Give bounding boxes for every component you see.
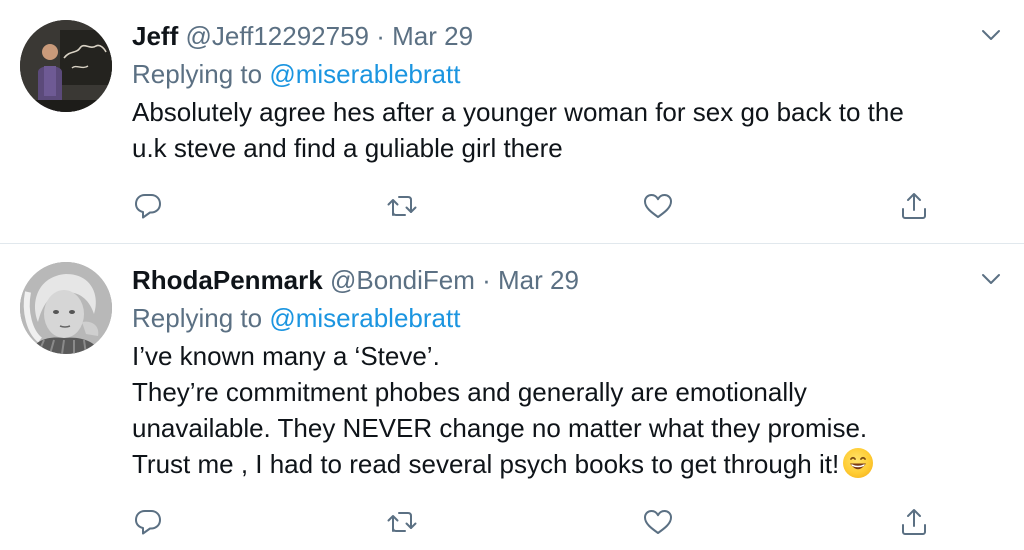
avatar[interactable]	[20, 262, 112, 354]
tweet-content: RhodaPenmark @BondiFem · Mar 29 Replying…	[132, 262, 954, 482]
chevron-down-icon[interactable]	[980, 268, 1002, 290]
share-icon	[899, 507, 929, 537]
tweet-text: I’ve known many a ‘Steve’. They’re commi…	[132, 338, 954, 482]
reply-icon	[133, 507, 163, 537]
tweet-text-line-with-emoji: Trust me , I had to read several psych b…	[132, 446, 954, 482]
reply-button[interactable]	[130, 188, 166, 224]
tweet-date[interactable]: Mar 29	[392, 21, 473, 51]
separator-dot: ·	[376, 21, 385, 51]
user-handle[interactable]: @BondiFem	[330, 265, 475, 295]
replying-prefix: Replying to	[132, 59, 270, 89]
reply-button[interactable]	[130, 504, 166, 540]
separator-dot: ·	[482, 265, 491, 295]
tweet-text-line: Trust me , I had to read several psych b…	[132, 449, 840, 479]
mention-link[interactable]: @miserablebratt	[269, 303, 460, 333]
tweet-text-line: I’ve known many a ‘Steve’.	[132, 341, 440, 371]
tweet-date[interactable]: Mar 29	[498, 265, 579, 295]
share-button[interactable]	[896, 504, 932, 540]
tweet-header: RhodaPenmark @BondiFem · Mar 29	[132, 262, 954, 298]
retweet-button[interactable]	[384, 188, 420, 224]
retweet-icon	[386, 191, 418, 221]
tweet-header: Jeff @Jeff12292759 · Mar 29	[132, 18, 954, 54]
tweet-text: Absolutely agree hes after a younger wom…	[132, 94, 954, 166]
display-name[interactable]: RhodaPenmark	[132, 265, 323, 295]
heart-icon	[642, 507, 674, 537]
tweet-text-line: unavailable. They NEVER change no matter…	[132, 413, 868, 443]
reply-icon	[133, 191, 163, 221]
chevron-down-icon[interactable]	[980, 24, 1002, 46]
share-icon	[899, 191, 929, 221]
display-name[interactable]: Jeff	[132, 21, 178, 51]
retweet-icon	[386, 507, 418, 537]
replying-prefix: Replying to	[132, 303, 270, 333]
tweet-text-line: u.k steve and find a guliable girl there	[132, 133, 563, 163]
tweet-text-line: Absolutely agree hes after a younger wom…	[132, 97, 904, 127]
retweet-button[interactable]	[384, 504, 420, 540]
replying-to: Replying to @miserablebratt	[132, 56, 954, 92]
heart-icon	[642, 191, 674, 221]
tweet-content: Jeff @Jeff12292759 · Mar 29 Replying to …	[132, 18, 954, 166]
tweet[interactable]: Jeff @Jeff12292759 · Mar 29 Replying to …	[0, 0, 1024, 244]
like-button[interactable]	[640, 188, 676, 224]
share-button[interactable]	[896, 188, 932, 224]
like-button[interactable]	[640, 504, 676, 540]
tweet[interactable]: RhodaPenmark @BondiFem · Mar 29 Replying…	[0, 244, 1024, 550]
tweet-text-line: They’re commitment phobes and generally …	[132, 377, 807, 407]
grinning-smiling-eyes-emoji	[843, 448, 874, 478]
replying-to: Replying to @miserablebratt	[132, 300, 954, 336]
mention-link[interactable]: @miserablebratt	[269, 59, 460, 89]
user-handle[interactable]: @Jeff12292759	[185, 21, 369, 51]
avatar[interactable]	[20, 20, 112, 112]
